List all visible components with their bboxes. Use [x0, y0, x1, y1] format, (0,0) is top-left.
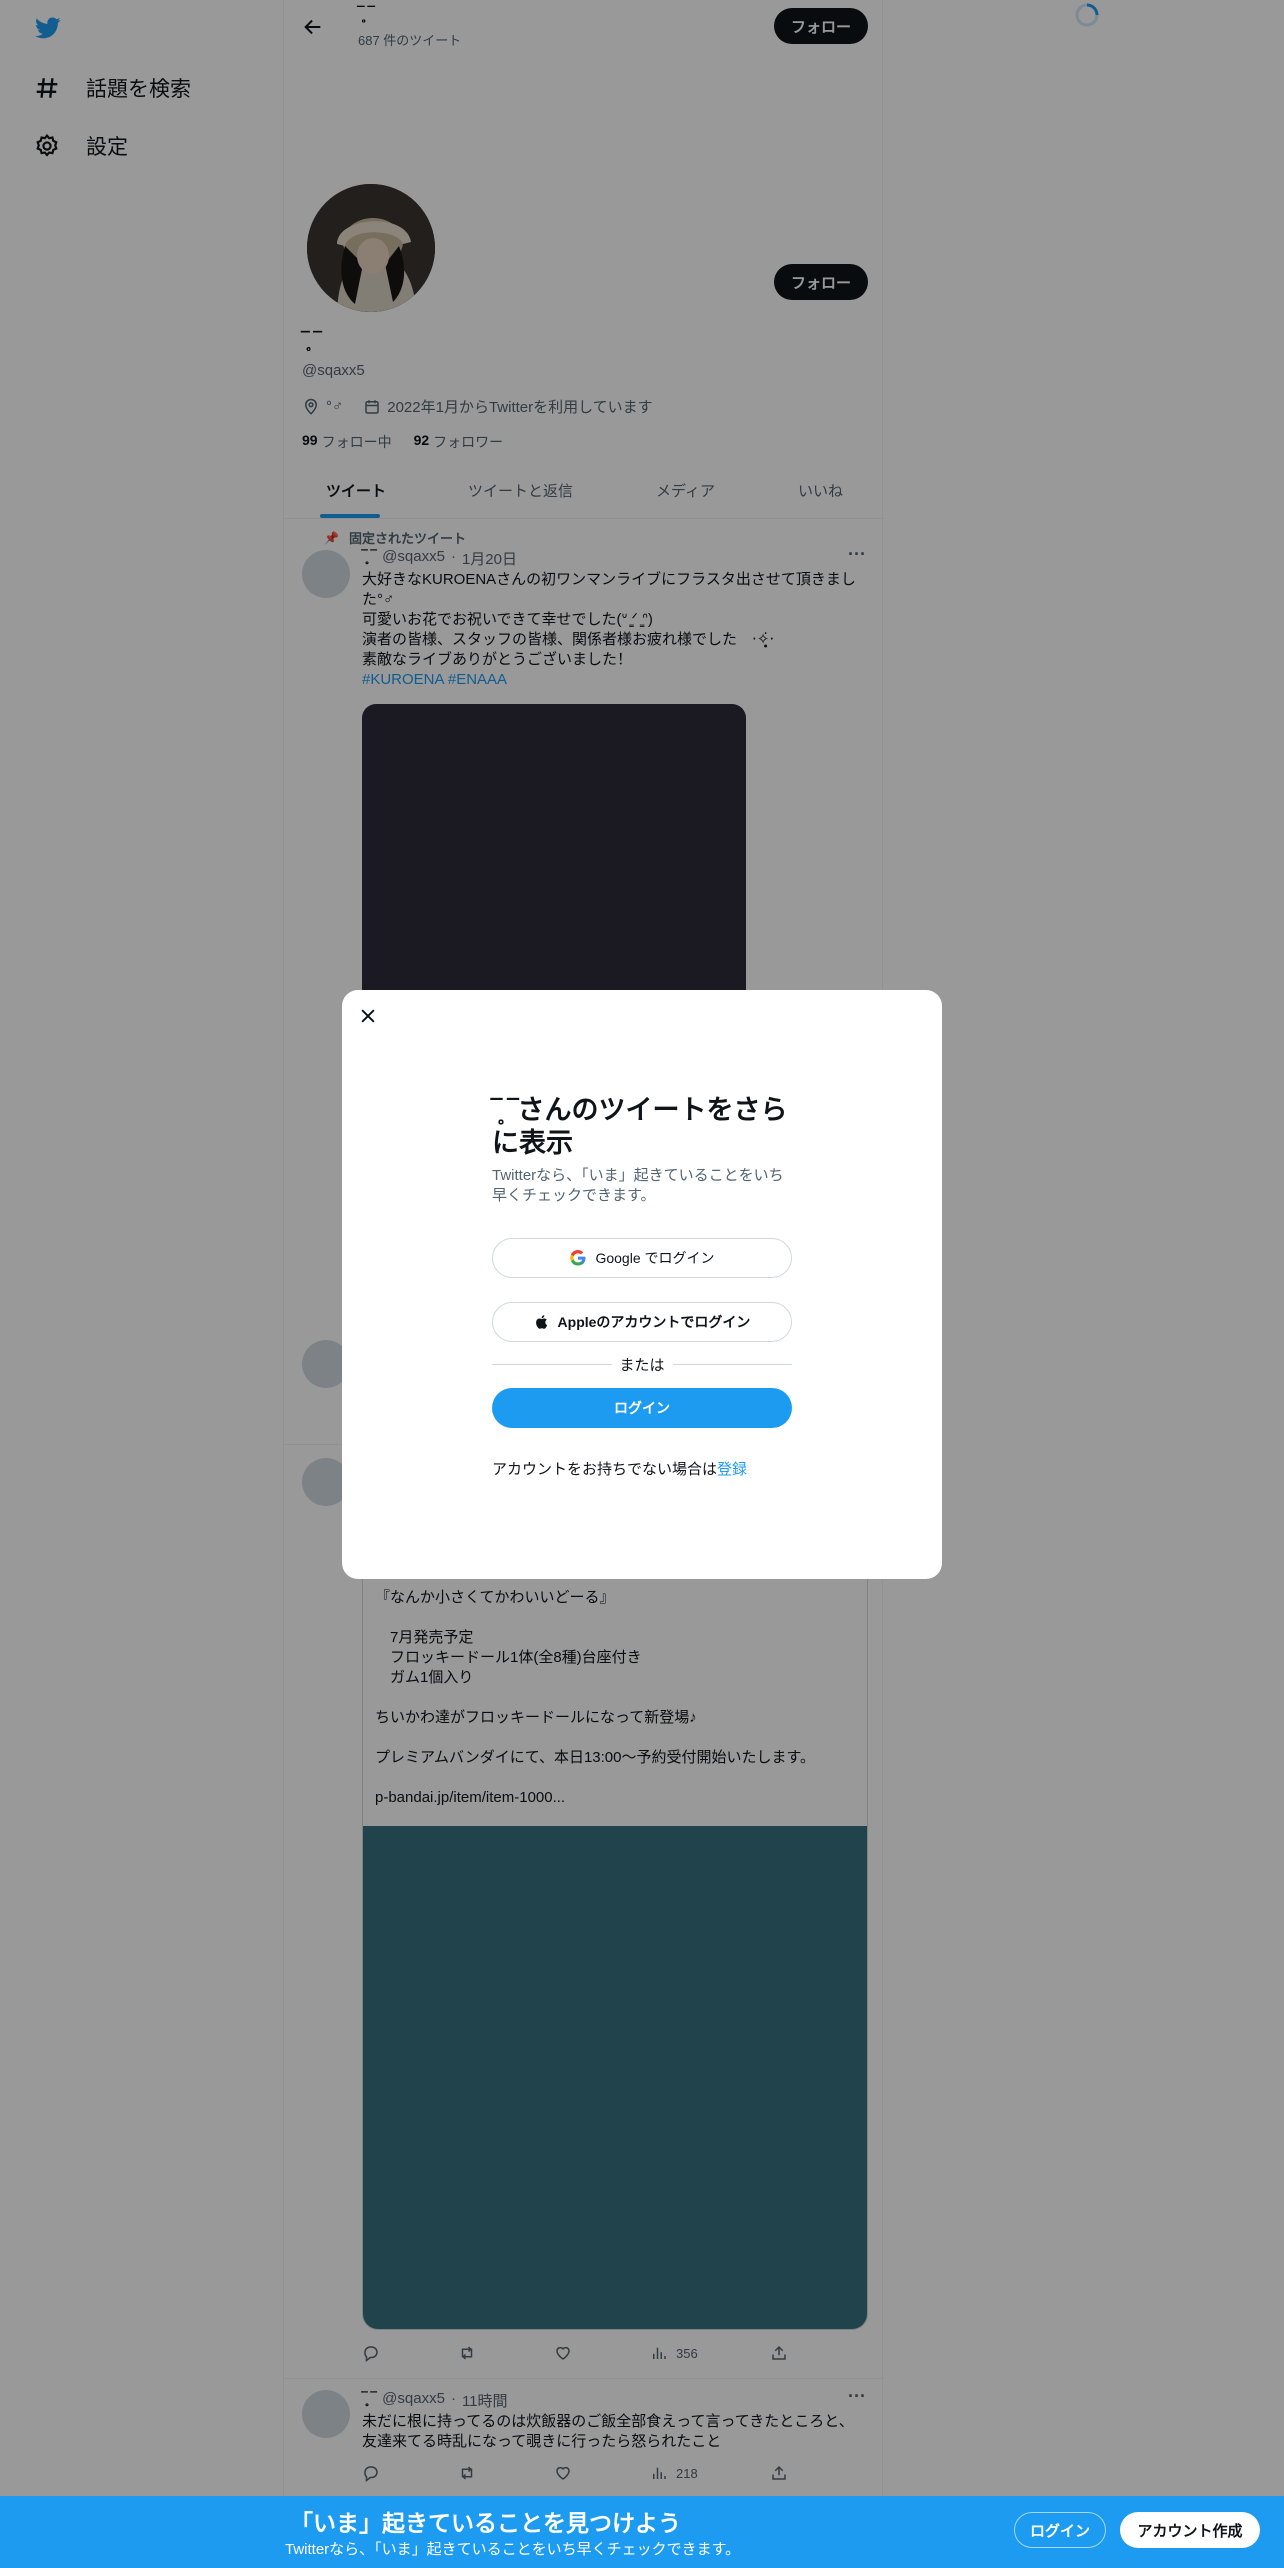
- login-modal: ‾̥̥̥̥̥̥̥ ‾さんのツイートをさらに表示 Twitterなら、「いま」起き…: [342, 990, 942, 1579]
- apple-login-label: Appleのアカウントでログイン: [557, 1314, 751, 1330]
- signup-prompt: アカウントをお持ちでない場合は: [492, 1461, 718, 1478]
- apple-icon: [535, 1315, 547, 1329]
- signup-prompt-row: アカウントをお持ちでない場合は登録: [492, 1458, 747, 1479]
- modal-login-button[interactable]: ログイン: [492, 1388, 792, 1428]
- google-login-label: Google でログイン: [595, 1250, 715, 1266]
- or-divider: または: [492, 1354, 793, 1375]
- modal-title: ‾̥̥̥̥̥̥̥ ‾さんのツイートをさらに表示: [492, 1095, 788, 1158]
- signup-link[interactable]: 登録: [717, 1461, 747, 1478]
- banner-signup-button[interactable]: アカウント作成: [1120, 2512, 1260, 2548]
- or-label: または: [619, 1357, 665, 1374]
- banner-login-button[interactable]: ログイン: [1014, 2512, 1106, 2548]
- banner-title: 「いま」起きていることを見つけよう: [290, 2510, 681, 2536]
- signup-banner: 「いま」起きていることを見つけよう Twitterなら、「いま」起きていることを…: [0, 2496, 1284, 2568]
- modal-subtitle: Twitterなら、「いま」起きていることをいち早くチェックできます。: [492, 1167, 784, 1204]
- google-login-button[interactable]: Google でログイン: [492, 1238, 792, 1278]
- or-divider-line: [672, 1364, 793, 1365]
- close-icon[interactable]: [358, 1006, 378, 1026]
- apple-login-button[interactable]: Appleのアカウントでログイン: [492, 1302, 792, 1342]
- or-divider-line: [492, 1364, 612, 1365]
- google-icon: [570, 1249, 586, 1266]
- banner-subtitle: Twitterなら、「いま」起きていることをいち早くチェックできます。: [285, 2541, 741, 2558]
